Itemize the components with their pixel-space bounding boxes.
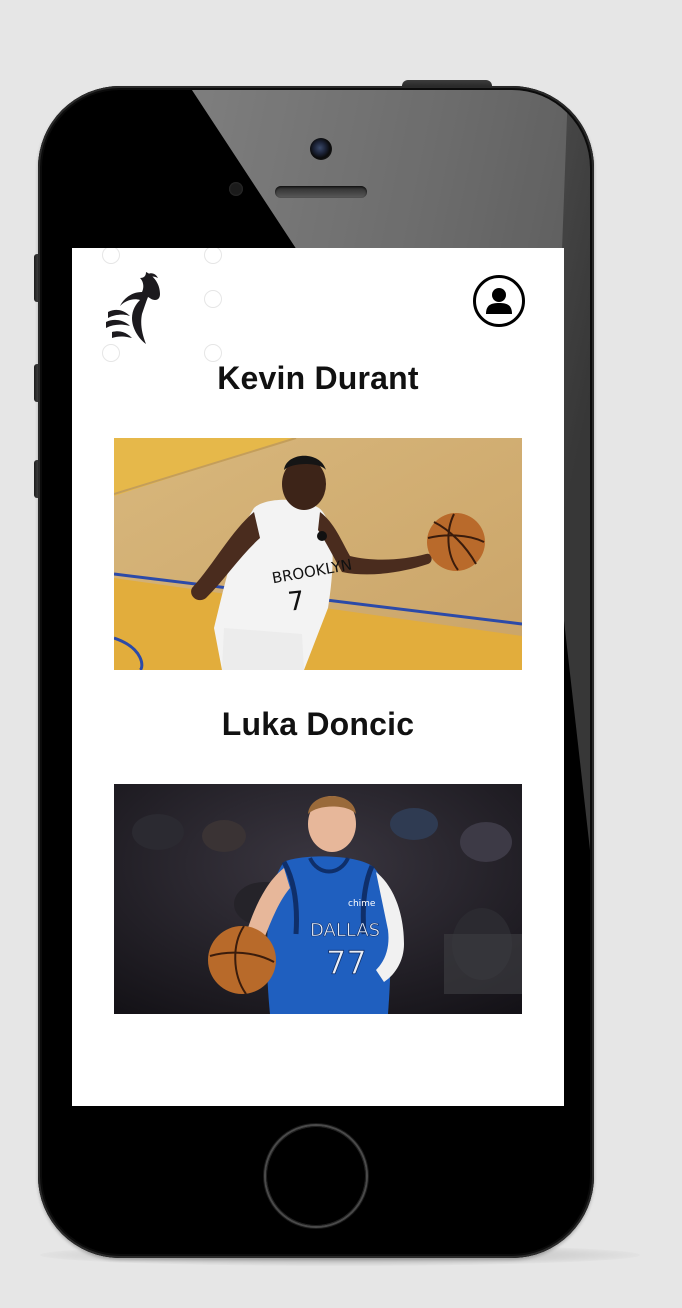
watermark-mark	[102, 248, 120, 264]
jersey-sponsor-text: chime	[348, 899, 376, 909]
watermark-mark	[204, 248, 222, 264]
jersey-number-text: 77	[326, 944, 367, 982]
home-button[interactable]	[266, 1126, 366, 1226]
earpiece-speaker	[275, 186, 367, 198]
proximity-sensor	[229, 182, 243, 196]
player-photo-kevin-durant[interactable]: BROOKLYN 7	[114, 438, 522, 670]
player-name-luka-doncic: Luka Doncic	[221, 706, 415, 742]
kevin-durant-photo: BROOKLYN 7	[114, 438, 522, 670]
device-mockup-stage: Kevin Durant BROOKLYN 7 Luka Doncic chim…	[0, 0, 682, 1308]
watermark-mark	[204, 290, 222, 308]
jersey-team-text: DALLAS	[310, 920, 380, 941]
app-header	[72, 248, 564, 362]
app-screen: Kevin Durant BROOKLYN 7 Luka Doncic chim…	[72, 248, 564, 1106]
front-camera-icon	[310, 138, 332, 160]
goat-logo-icon[interactable]	[102, 268, 166, 348]
player-name-kevin-durant: Kevin Durant	[217, 360, 419, 396]
user-profile-icon[interactable]	[472, 274, 526, 328]
jersey-number-text: 7	[286, 586, 306, 618]
player-photo-luka-doncic[interactable]: chime DALLAS 77	[114, 784, 522, 1014]
luka-doncic-photo: chime DALLAS 77	[114, 784, 522, 1014]
